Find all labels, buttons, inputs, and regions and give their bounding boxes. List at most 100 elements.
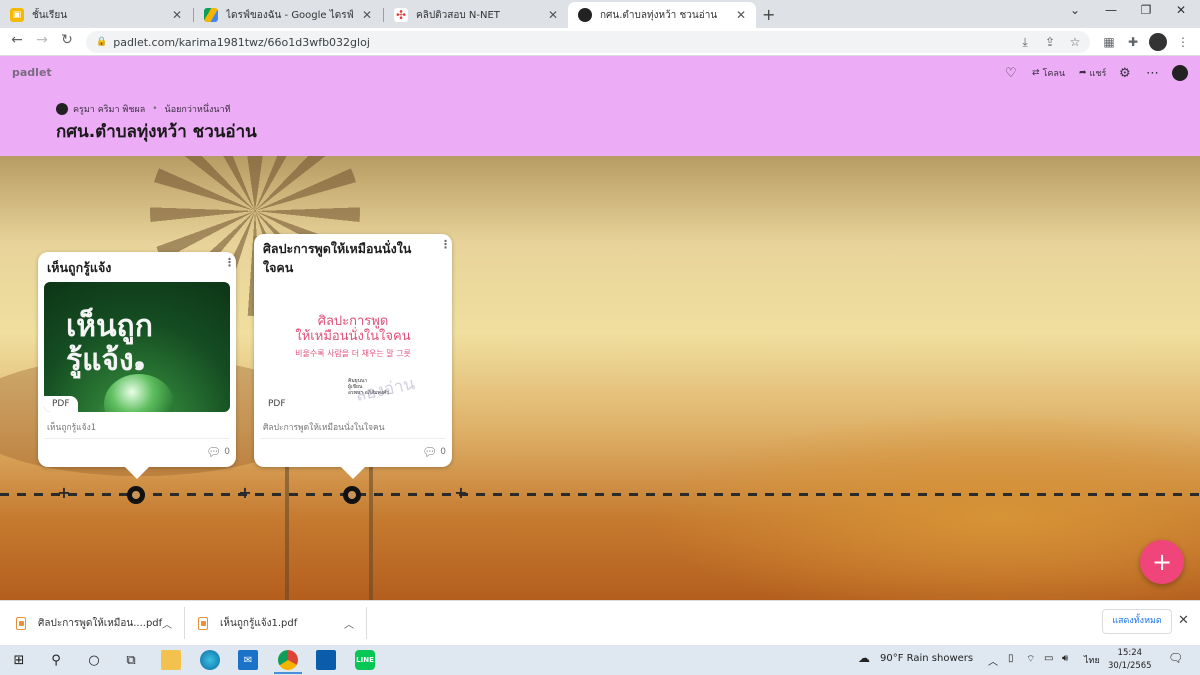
store-icon[interactable]	[316, 650, 336, 670]
comment-button[interactable]: 💬︎ 0	[206, 445, 230, 459]
user-avatar[interactable]	[1172, 65, 1188, 81]
download-item[interactable]: ศิลปะการพูดให้เหมือน....pdf ︿	[16, 601, 184, 645]
more-menu-icon[interactable]: ⋯	[1146, 66, 1159, 81]
comment-button[interactable]: 💬︎ 0	[422, 445, 446, 459]
chevron-up-icon[interactable]: ︿	[988, 653, 998, 668]
tab-padlet-active[interactable]: กศน.ตำบลทุ่งหว้า ชวนอ่าน ✕	[568, 2, 756, 28]
post-card[interactable]: เห็นถูกรู้แจ้ง ⋮ เห็นถูก รู้แจ้ง๑ PDF เห็…	[38, 252, 236, 479]
tab-classroom[interactable]: ▣ ชั้นเรียน ✕	[0, 2, 192, 28]
add-post-plus-icon[interactable]: +	[237, 485, 253, 501]
volume-icon[interactable]: 🔊︎	[1062, 653, 1068, 664]
extension-icon[interactable]: ▦	[1100, 33, 1118, 51]
profile-avatar[interactable]	[1149, 33, 1167, 51]
clone-button[interactable]: ⇄ โคลน	[1032, 66, 1065, 80]
post-title: ศิลปะการพูดให้เหมือนนั่งใน ใจคน	[263, 241, 412, 275]
notification-icon[interactable]: 🗨︎	[1168, 651, 1183, 665]
show-all-downloads-button[interactable]: แสดงทั้งหมด	[1102, 609, 1172, 634]
clone-icon: ⇄	[1032, 68, 1040, 78]
padlet-icon	[578, 8, 592, 22]
reload-button[interactable]: ↻	[57, 32, 77, 48]
url-field[interactable]: 🔒 padlet.com/karima1981twz/66o1d3wfb032g…	[86, 31, 1090, 53]
share-button[interactable]: ➦ แชร์	[1079, 66, 1106, 80]
download-item[interactable]: เห็นถูกรู้แจ้ง1.pdf ︿	[198, 601, 366, 645]
taskbar: ⊞ ⚲ ○ ⧉ ✉ LINE ☁ 90°F Rain showers ︿ ▯ ⌔…	[0, 645, 1200, 675]
attachment-filename[interactable]: ศิลปะการพูดให้เหมือนนั่งในใจคน	[263, 420, 385, 434]
minimize-button[interactable]: —	[1096, 3, 1126, 17]
add-post-plus-icon[interactable]: +	[453, 485, 469, 501]
card-pointer	[125, 467, 149, 479]
line-app-icon[interactable]: LINE	[355, 650, 375, 670]
task-view-icon[interactable]: ⧉	[121, 650, 141, 670]
pdf-file-icon	[16, 616, 26, 630]
back-button[interactable]: ←	[7, 32, 27, 48]
mail-icon[interactable]: ✉	[238, 650, 258, 670]
tab-google-drive[interactable]: ไดรฟ์ของฉัน - Google ไดรฟ์ ✕	[194, 2, 382, 28]
chrome-icon[interactable]	[278, 650, 298, 670]
classroom-icon: ▣	[10, 8, 24, 22]
close-icon[interactable]: ✕	[170, 8, 184, 22]
maximize-button[interactable]: ❐	[1131, 3, 1161, 17]
attachment-filename[interactable]: เห็นถูกรู้แจ้ง1	[47, 420, 96, 434]
author-avatar	[56, 103, 68, 115]
address-bar: ← → ↻ 🔒 padlet.com/karima1981twz/66o1d3w…	[0, 28, 1200, 56]
chevron-up-icon[interactable]: ︿	[162, 616, 172, 631]
tab-strip: ▣ ชั้นเรียน ✕ ไดรฟ์ของฉัน - Google ไดรฟ์…	[0, 0, 1200, 28]
add-post-plus-icon[interactable]: +	[56, 485, 72, 501]
close-download-bar-icon[interactable]: ✕	[1178, 613, 1189, 628]
menu-icon[interactable]: ⋮	[1174, 33, 1192, 51]
tab-title: คลิปติวสอบ N-NET	[416, 9, 500, 21]
puzzle-icon[interactable]: ✚	[1124, 33, 1142, 51]
forward-button[interactable]: →	[32, 32, 52, 48]
thumb-watermark: ลองอ่าน	[353, 373, 417, 407]
share-icon[interactable]: ⇪	[1041, 33, 1059, 51]
clock[interactable]: 15:24 30/1/2565	[1108, 647, 1152, 673]
close-icon[interactable]: ✕	[360, 8, 374, 22]
new-tab-button[interactable]: +	[762, 5, 775, 24]
wifi-icon[interactable]: ⌔	[1026, 653, 1035, 666]
comment-count: 0	[440, 447, 446, 457]
close-icon[interactable]: ✕	[734, 8, 748, 22]
timeline-node[interactable]	[127, 486, 145, 504]
file-explorer-icon[interactable]	[161, 650, 181, 670]
clone-label: โคลน	[1042, 69, 1066, 79]
timeline-line	[0, 493, 1200, 496]
post-menu-icon[interactable]: ⋮	[440, 238, 451, 251]
heart-icon[interactable]: ♡	[1005, 66, 1017, 81]
windows-start-icon[interactable]: ⊞	[9, 650, 29, 670]
bookmark-star-icon[interactable]: ☆	[1066, 33, 1084, 51]
share-label: แชร์	[1089, 69, 1107, 79]
url-text: padlet.com/karima1981twz/66o1d3wfb032glo…	[113, 35, 370, 49]
install-icon[interactable]: ⤓	[1016, 33, 1034, 51]
google-drive-icon	[204, 8, 218, 22]
chevron-up-icon[interactable]: ︿	[344, 616, 354, 631]
file-type-badge: PDF	[260, 396, 294, 412]
download-filename: ศิลปะการพูดให้เหมือน....pdf	[38, 617, 163, 629]
timeline-node[interactable]	[343, 486, 361, 504]
thumb-subtitle: 비울수록 사람을 더 채우는 말 그릇	[295, 349, 411, 358]
post-menu-icon[interactable]: ⋮	[224, 256, 235, 269]
thumb-cover-text: ศิลปะการพูด ให้เหมือนนั่งในใจคน	[295, 314, 411, 344]
tab-nnet[interactable]: ✣ คลิปติวสอบ N-NET ✕	[384, 2, 568, 28]
post-card[interactable]: ศิลปะการพูดให้เหมือนนั่งใน ใจคน ⋮ ศิลปะกา…	[254, 234, 452, 479]
download-filename: เห็นถูกรู้แจ้ง1.pdf	[220, 617, 298, 629]
weather-icon[interactable]: ☁	[858, 651, 870, 665]
battery-icon[interactable]: ▭	[1044, 653, 1053, 664]
post-title: เห็นถูกรู้แจ้ง	[47, 260, 112, 275]
search-icon[interactable]: ⚲	[46, 650, 66, 670]
language-indicator[interactable]: ไทย	[1084, 653, 1100, 667]
network-icon[interactable]: ▯	[1008, 653, 1014, 664]
settings-gear-icon[interactable]: ⚙	[1119, 66, 1131, 81]
add-post-fab[interactable]: +	[1140, 540, 1184, 584]
post-thumbnail[interactable]: ศิลปะการพูด ให้เหมือนนั่งในใจคน 비울수록 사람을 …	[260, 284, 446, 412]
post-thumbnail[interactable]: เห็นถูก รู้แจ้ง๑	[44, 282, 230, 412]
edge-icon[interactable]	[200, 650, 220, 670]
weather-text[interactable]: 90°F Rain showers	[880, 653, 973, 664]
comment-icon: 💬︎	[206, 445, 222, 459]
card-pointer	[341, 467, 365, 479]
cortana-icon[interactable]: ○	[84, 650, 104, 670]
window-close-button[interactable]: ✕	[1166, 3, 1196, 17]
padlet-logo[interactable]: padlet	[12, 66, 52, 79]
close-icon[interactable]: ✕	[546, 8, 560, 22]
page-title: กศน.ตำบลทุ่งหว้า ชวนอ่าน	[56, 122, 257, 142]
tab-search-icon[interactable]: ⌄	[1060, 3, 1090, 17]
